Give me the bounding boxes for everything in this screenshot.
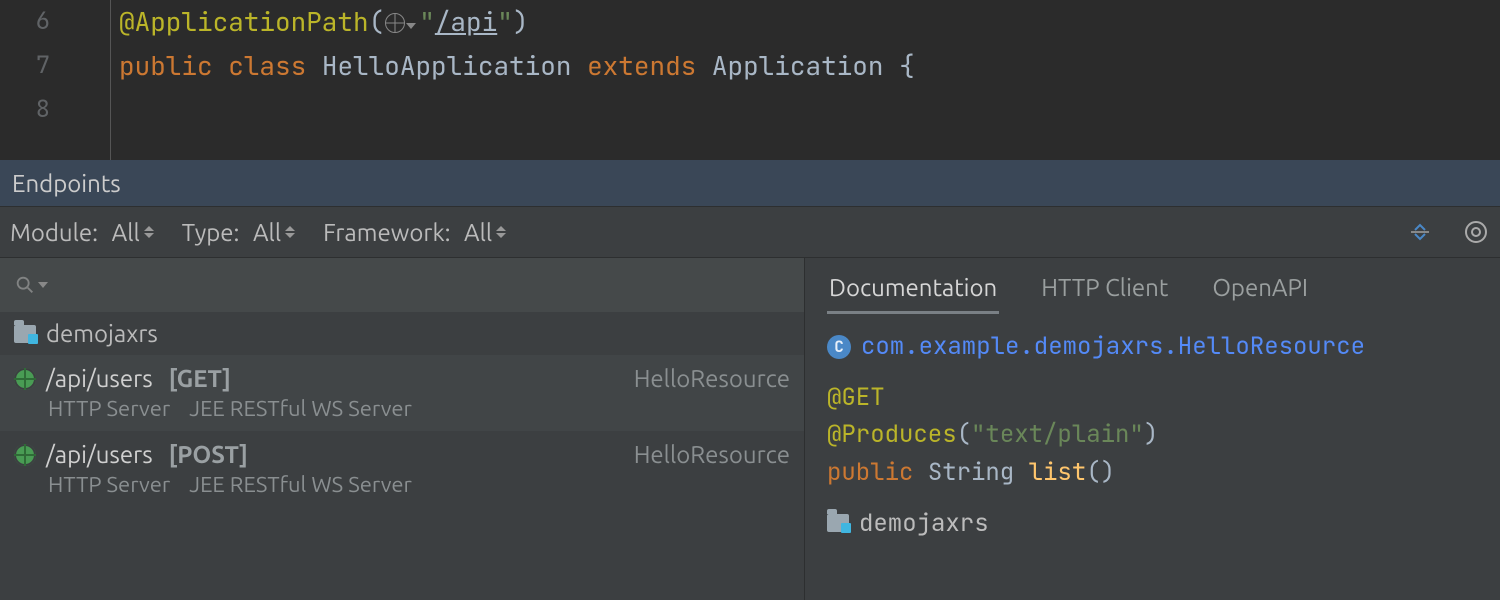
- endpoint-tag: JEE RESTful WS Server: [189, 396, 412, 421]
- gear-icon: [1465, 221, 1487, 243]
- chevron-down-icon[interactable]: [406, 23, 416, 29]
- settings-button[interactable]: [1462, 218, 1490, 246]
- filter-value: All: [112, 219, 140, 246]
- line-number: 7: [0, 44, 50, 88]
- endpoints-search-row[interactable]: [0, 258, 804, 312]
- keyword-public: public: [119, 48, 213, 83]
- filter-value: All: [253, 219, 281, 246]
- keyword-class: class: [228, 48, 306, 83]
- code-area[interactable]: @ApplicationPath( "/api") public class He…: [110, 0, 1500, 160]
- filter-label: Framework:: [323, 219, 450, 246]
- endpoints-list-pane: demojaxrs /api/users [GET] HelloResource…: [0, 258, 805, 600]
- base-class: Application: [712, 48, 884, 83]
- endpoints-filter-bar: Module: All Type: All Framework: All: [0, 206, 1500, 258]
- globe-icon[interactable]: [385, 13, 405, 33]
- module-folder-icon: [827, 514, 849, 532]
- search-icon: [14, 274, 36, 296]
- endpoint-tag: JEE RESTful WS Server: [189, 472, 412, 497]
- class-icon: C: [827, 335, 851, 359]
- framework-filter[interactable]: Framework: All: [323, 219, 506, 246]
- doc-annotation-line: @Produces("text/plain"): [827, 416, 1478, 453]
- doc-module-row[interactable]: demojaxrs: [827, 505, 1478, 542]
- string-quote: ": [497, 4, 513, 39]
- chevron-down-icon[interactable]: [38, 282, 48, 288]
- doc-class-header[interactable]: Ccom.example.demojaxrs.HelloResource: [827, 328, 1478, 365]
- endpoint-globe-icon: [14, 444, 36, 466]
- endpoint-item[interactable]: /api/users [GET] HelloResource HTTP Serv…: [0, 355, 804, 431]
- tab-http-client[interactable]: HTTP Client: [1039, 268, 1170, 314]
- annotation: @ApplicationPath: [119, 4, 369, 39]
- doc-module-name: demojaxrs: [859, 505, 989, 542]
- filter-value: All: [464, 219, 492, 246]
- doc-signature-line: public String list(): [827, 454, 1478, 491]
- endpoint-method: [POST]: [169, 441, 248, 468]
- filter-label: Type:: [182, 219, 240, 246]
- doc-fqcn[interactable]: com.example.demojaxrs.HelloResource: [861, 331, 1365, 362]
- endpoint-path: /api/users: [46, 441, 153, 468]
- code-editor[interactable]: 6 7 8 @ApplicationPath( "/api") public cl…: [0, 0, 1500, 160]
- endpoint-tag: HTTP Server: [48, 472, 170, 497]
- line-number-gutter: 6 7 8: [0, 0, 95, 160]
- endpoint-tags: HTTP Server JEE RESTful WS Server: [0, 394, 804, 431]
- doc-annotation-line: @GET: [827, 379, 1478, 416]
- endpoints-panel-title-bar: Endpoints: [0, 160, 1500, 206]
- documentation-body: Ccom.example.demojaxrs.HelloResource @GE…: [805, 314, 1500, 556]
- string-quote: ": [419, 4, 435, 39]
- endpoint-path: /api/users: [46, 365, 153, 392]
- documentation-pane: Documentation HTTP Client OpenAPI Ccom.e…: [805, 258, 1500, 600]
- endpoint-tag: HTTP Server: [48, 396, 170, 421]
- endpoint-method: [GET]: [169, 365, 231, 392]
- code-line[interactable]: [111, 88, 1500, 132]
- keyword-extends: extends: [587, 48, 696, 83]
- paren: ): [513, 4, 529, 39]
- endpoint-item[interactable]: /api/users [POST] HelloResource HTTP Ser…: [0, 431, 804, 507]
- panel-title: Endpoints: [12, 170, 121, 197]
- module-name: demojaxrs: [46, 320, 158, 347]
- line-number: 8: [0, 88, 50, 132]
- expand-collapse-icon[interactable]: [1406, 218, 1434, 246]
- endpoint-class: HelloResource: [634, 441, 790, 468]
- endpoints-search-input[interactable]: [54, 272, 790, 298]
- line-number: 6: [0, 0, 50, 44]
- type-filter[interactable]: Type: All: [182, 219, 295, 246]
- url-path-link[interactable]: /api: [435, 4, 497, 39]
- filter-label: Module:: [10, 219, 98, 246]
- paren: (: [369, 4, 385, 39]
- module-folder-icon: [14, 325, 36, 343]
- code-line[interactable]: public class HelloApplication extends Ap…: [111, 44, 1500, 88]
- brace: {: [899, 48, 915, 83]
- tab-documentation[interactable]: Documentation: [827, 268, 999, 314]
- endpoint-globe-icon: [14, 368, 36, 390]
- endpoint-tags: HTTP Server JEE RESTful WS Server: [0, 470, 804, 507]
- code-line[interactable]: @ApplicationPath( "/api"): [111, 0, 1500, 44]
- module-filter[interactable]: Module: All: [10, 219, 154, 246]
- module-node[interactable]: demojaxrs: [0, 312, 804, 355]
- doc-tab-bar: Documentation HTTP Client OpenAPI: [805, 258, 1500, 314]
- tab-openapi[interactable]: OpenAPI: [1210, 268, 1310, 314]
- endpoint-class: HelloResource: [634, 365, 790, 392]
- class-name: HelloApplication: [322, 48, 572, 83]
- endpoints-tree[interactable]: demojaxrs /api/users [GET] HelloResource…: [0, 312, 804, 600]
